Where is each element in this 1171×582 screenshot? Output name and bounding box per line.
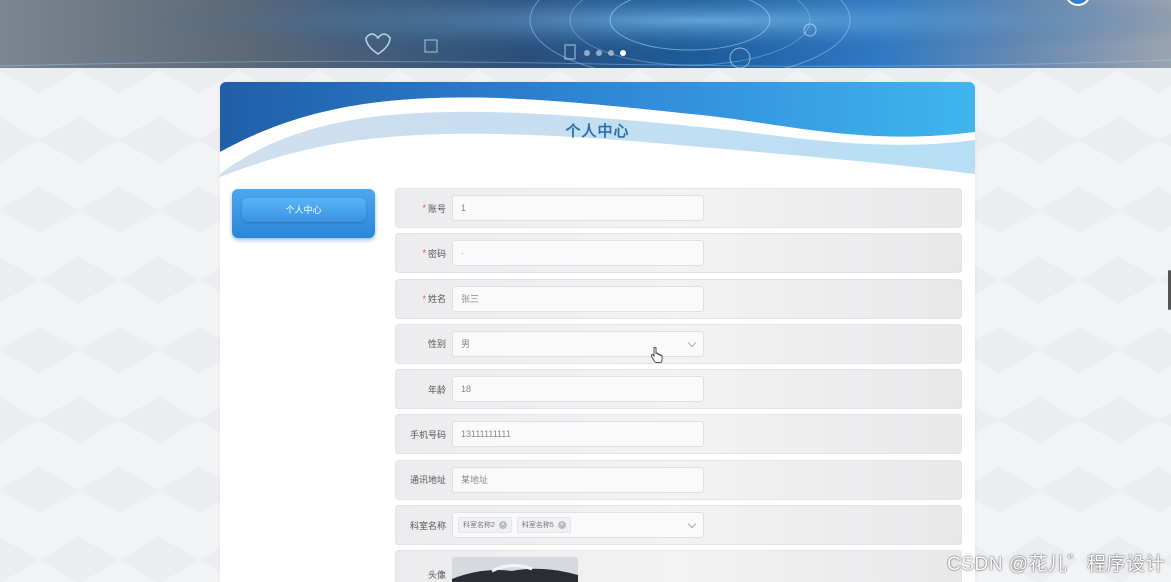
carousel-dot-active[interactable] bbox=[620, 50, 626, 56]
age-input[interactable]: 18 bbox=[452, 376, 704, 403]
watermark-text: CSDN @花儿゛程序设计 bbox=[947, 554, 1165, 575]
department-tag: 科室名称2 × bbox=[458, 517, 512, 534]
profile-form: * 账号 1 * 密码 · * 姓名 张三 性别 男 年龄 18 手机号码 13111… bbox=[395, 188, 962, 582]
banner-carousel bbox=[0, 0, 1171, 68]
address-input[interactable]: 某地址 bbox=[452, 466, 704, 493]
phone-input[interactable]: 13111111111 bbox=[452, 421, 704, 448]
department-tag: 科室名称5 × bbox=[516, 517, 571, 534]
carousel-dot[interactable] bbox=[608, 50, 614, 56]
required-mark: * bbox=[422, 203, 426, 213]
hand-cursor-icon bbox=[651, 347, 663, 363]
department-multiselect[interactable]: 科室名称2 × 科室名称5 × bbox=[452, 512, 704, 539]
account-input[interactable]: 1 bbox=[452, 195, 704, 221]
chevron-down-icon bbox=[687, 338, 697, 348]
banner-image bbox=[0, 0, 1171, 68]
tag-close-icon[interactable]: × bbox=[557, 521, 566, 530]
department-label: 科室名称 bbox=[409, 520, 446, 531]
page-title: 个人中心 bbox=[565, 123, 630, 140]
password-input[interactable]: · bbox=[452, 240, 704, 267]
avatar-label: 头像 bbox=[427, 569, 446, 580]
password-label: 密码 bbox=[427, 248, 446, 259]
form-row-gender: 性别 男 bbox=[395, 323, 962, 364]
form-row-age: 年龄 18 bbox=[395, 369, 962, 410]
account-label: 账号 bbox=[427, 203, 446, 214]
carousel-indicators bbox=[584, 50, 626, 56]
gender-label: 性别 bbox=[427, 339, 446, 350]
profile-card: 个人中心 个人中心 * 账号 1 * 密码 · * 姓名 张三 性别 男 年龄 18 bbox=[220, 82, 975, 582]
form-row-phone: 手机号码 13111111111 bbox=[395, 414, 962, 455]
form-row-address: 通讯地址 某地址 bbox=[395, 459, 962, 500]
tag-close-icon[interactable]: × bbox=[498, 521, 507, 530]
name-input[interactable]: 张三 bbox=[452, 285, 704, 312]
form-row-department: 科室名称 科室名称2 × 科室名称5 × bbox=[395, 505, 962, 546]
name-label: 姓名 bbox=[427, 294, 446, 305]
gender-select[interactable]: 男 bbox=[452, 330, 704, 357]
form-row-account: * 账号 1 bbox=[395, 188, 962, 228]
gender-selected-value: 男 bbox=[461, 339, 471, 350]
form-row-password: * 密码 · bbox=[395, 233, 962, 274]
address-label: 通讯地址 bbox=[409, 475, 446, 486]
carousel-dot[interactable] bbox=[584, 50, 590, 56]
form-row-avatar: 头像 bbox=[395, 550, 962, 582]
sidebar-item-profile[interactable]: 个人中心 bbox=[232, 189, 375, 238]
sidebar-item-label: 个人中心 bbox=[241, 197, 366, 222]
form-row-name: * 姓名 张三 bbox=[395, 278, 962, 319]
required-mark: * bbox=[422, 248, 426, 259]
avatar-image[interactable] bbox=[452, 557, 578, 582]
age-label: 年龄 bbox=[427, 384, 446, 395]
required-mark: * bbox=[422, 293, 426, 304]
phone-label: 手机号码 bbox=[409, 429, 446, 440]
carousel-dot[interactable] bbox=[596, 50, 602, 56]
chevron-down-icon bbox=[687, 519, 697, 529]
